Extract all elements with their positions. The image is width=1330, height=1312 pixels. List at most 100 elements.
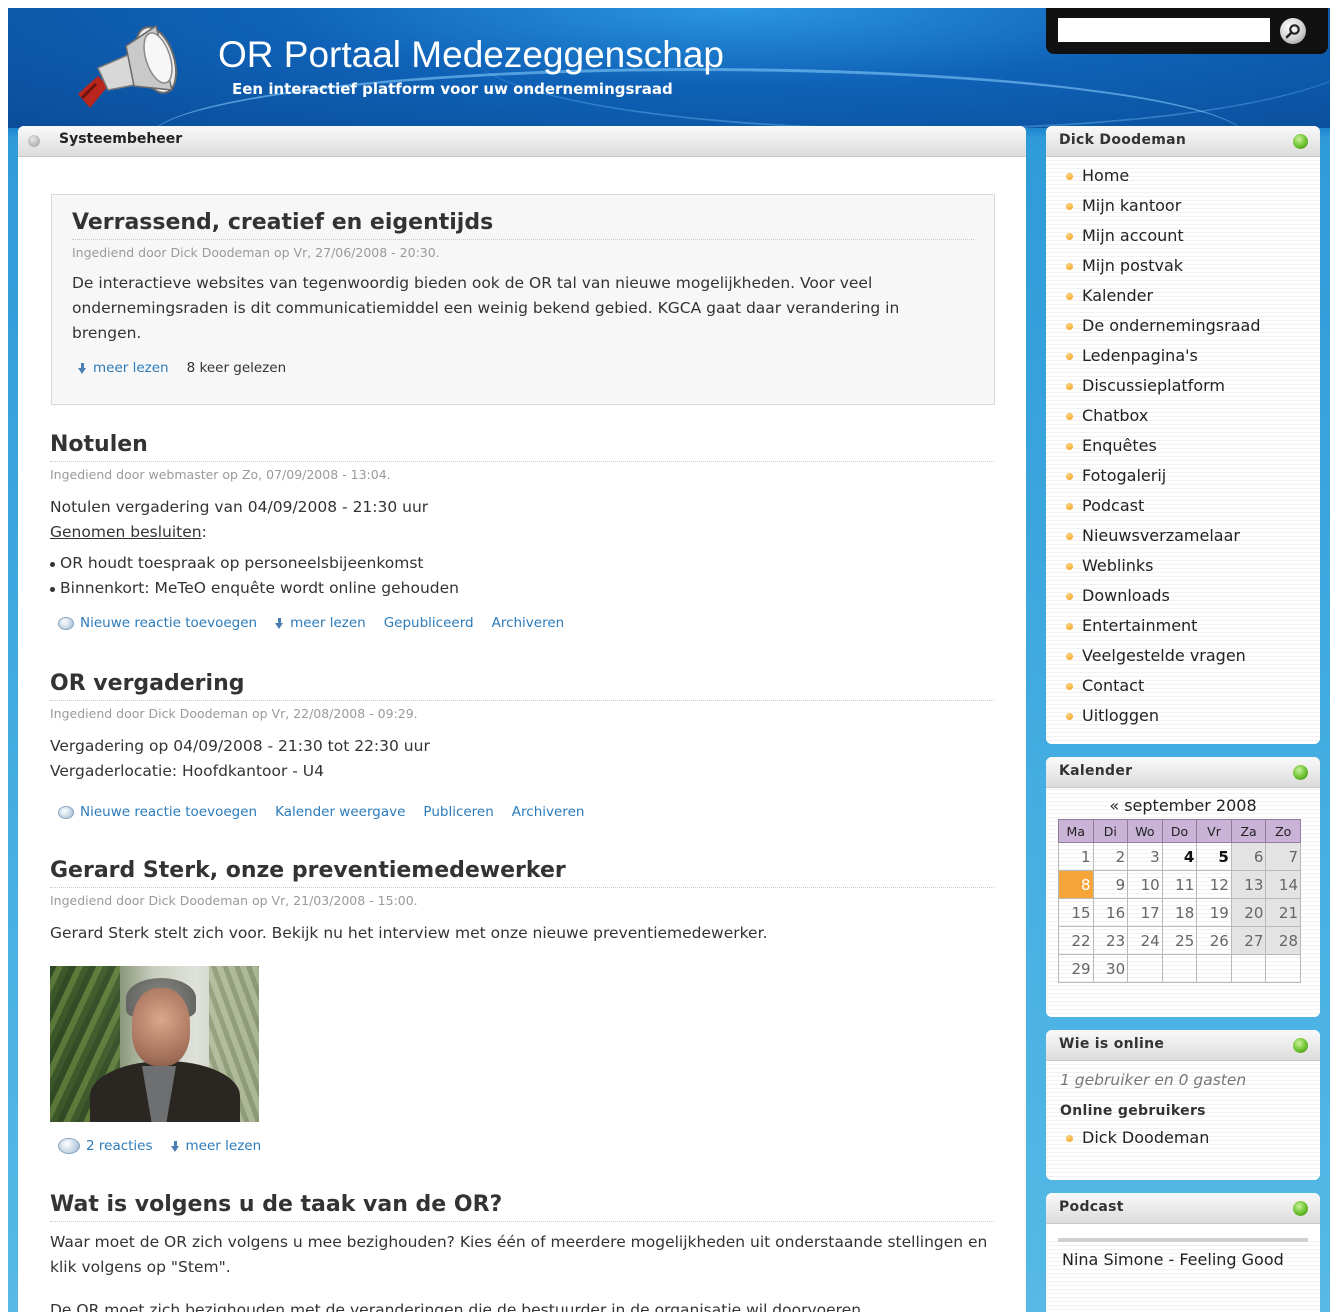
calendar-caption[interactable]: « september 2008 [1046, 788, 1320, 815]
calendar-day[interactable]: 1 [1058, 842, 1094, 871]
add-comment-link[interactable]: Nieuwe reactie toevoegen [58, 804, 257, 820]
search-button[interactable] [1280, 18, 1306, 44]
block-title: Dick Doodeman [1059, 132, 1187, 148]
nav-item-downloads[interactable]: Downloads [1046, 581, 1320, 611]
nav-item-home[interactable]: Home [1046, 161, 1320, 191]
comment-bubble-icon [58, 805, 74, 819]
arrow-down-icon [78, 362, 87, 374]
nav-item-ledenpaginas[interactable]: Ledenpagina's [1046, 341, 1320, 371]
calendar-day[interactable]: 13 [1230, 870, 1267, 899]
calendar-day[interactable]: 11 [1161, 870, 1198, 899]
block-title: Wie is online [1059, 1036, 1165, 1052]
calendar-day[interactable]: 4 [1161, 842, 1198, 871]
calendar-day[interactable]: 20 [1230, 898, 1267, 927]
calendar-day[interactable]: 16 [1092, 898, 1129, 927]
published-link[interactable]: Gepubliceerd [384, 615, 474, 631]
site-header: OR Portaal Medezeggenschap Een interacti… [8, 8, 1330, 128]
node-title[interactable]: OR vergadering [50, 670, 994, 701]
calendar-day[interactable]: 27 [1230, 926, 1267, 955]
search-input[interactable] [1058, 18, 1270, 42]
add-comment-link[interactable]: Nieuwe reactie toevoegen [58, 615, 257, 631]
nav-item-enquetes[interactable]: Enquêtes [1046, 431, 1320, 461]
calendar-day[interactable]: 5 [1196, 842, 1232, 871]
megaphone-logo-icon[interactable] [68, 24, 186, 116]
block-title: Podcast [1059, 1199, 1124, 1215]
nav-item-mijn-postvak[interactable]: Mijn postvak [1046, 251, 1320, 281]
archive-link[interactable]: Archiveren [492, 615, 565, 631]
calendar-day[interactable]: 15 [1058, 898, 1094, 927]
decisions-label: Genomen besluiten [50, 523, 202, 541]
calendar-day[interactable]: 30 [1092, 954, 1129, 983]
archive-link[interactable]: Archiveren [512, 804, 585, 820]
calendar-day[interactable]: 23 [1092, 926, 1129, 955]
decisions-line: Genomen besluiten: [50, 520, 994, 545]
read-more-link[interactable]: meer lezen [275, 615, 366, 631]
calendar-day[interactable]: 28 [1265, 926, 1301, 955]
site-title[interactable]: OR Portaal Medezeggenschap [218, 34, 724, 76]
add-comment-label: Nieuwe reactie toevoegen [80, 804, 258, 820]
node-meta: Ingediend door Dick Doodeman op Vr, 21/0… [50, 893, 418, 908]
nav-item-fotogalerij[interactable]: Fotogalerij [1046, 461, 1320, 491]
calendar-day[interactable]: 2 [1092, 842, 1129, 871]
nav-item-mijn-kantoor[interactable]: Mijn kantoor [1046, 191, 1320, 221]
read-count: 8 keer gelezen [186, 360, 287, 376]
nav-item-contact[interactable]: Contact [1046, 671, 1320, 701]
node-title[interactable]: Notulen [50, 431, 994, 462]
calendar-day[interactable]: 12 [1196, 870, 1232, 899]
nav-item-ondernemingsraad[interactable]: De ondernemingsraad [1046, 311, 1320, 341]
calendar-day[interactable]: 19 [1196, 898, 1232, 927]
green-dot-icon [1293, 1038, 1308, 1053]
node-notulen: Notulen Ingediend door webmaster op Zo, … [50, 431, 994, 631]
calendar-day[interactable]: 24 [1127, 926, 1163, 955]
node-title[interactable]: Gerard Sterk, onze preventiemedewerker [50, 857, 994, 888]
nav-item-nieuwsverzamelaar[interactable]: Nieuwsverzamelaar [1046, 521, 1320, 551]
read-more-link[interactable]: meer lezen [78, 360, 169, 376]
nav-item-chatbox[interactable]: Chatbox [1046, 401, 1320, 431]
block-header: Podcast [1046, 1193, 1320, 1224]
calendar-day[interactable]: 21 [1265, 898, 1301, 927]
calendar-day[interactable]: 7 [1265, 842, 1301, 871]
read-more-label: meer lezen [93, 360, 169, 376]
calendar-week: 29 30 [1058, 954, 1301, 983]
calendar-day[interactable]: 8 [1058, 870, 1094, 899]
nav-item-kalender[interactable]: Kalender [1046, 281, 1320, 311]
calendar-day[interactable]: 26 [1196, 926, 1232, 955]
arrow-down-icon [170, 1140, 180, 1152]
block-header: Dick Doodeman [1046, 126, 1320, 157]
nav-item-faq[interactable]: Veelgestelde vragen [1046, 641, 1320, 671]
calendar-view-link[interactable]: Kalender weergave [275, 804, 405, 820]
podcast-track[interactable]: Nina Simone - Feeling Good [1058, 1238, 1308, 1275]
node-body: Vergadering op 04/09/2008 - 21:30 tot 22… [50, 734, 994, 784]
calendar-day[interactable]: 10 [1127, 870, 1163, 899]
calendar-day[interactable]: 9 [1092, 870, 1129, 899]
calendar-block: Kalender « september 2008 Ma Di Wo Do Vr Za Zo… [1046, 757, 1320, 1017]
calendar-day[interactable]: 14 [1265, 870, 1301, 899]
search-box [1046, 8, 1328, 54]
comments-link[interactable]: 2 reacties [58, 1138, 153, 1154]
publish-link[interactable]: Publiceren [423, 804, 493, 820]
nav-item-mijn-account[interactable]: Mijn account [1046, 221, 1320, 251]
nav-item-uitloggen[interactable]: Uitloggen [1046, 701, 1320, 731]
calendar-day[interactable]: 17 [1127, 898, 1163, 927]
node-title[interactable]: Verrassend, creatief en eigentijds [72, 209, 974, 240]
calendar-day[interactable]: 22 [1058, 926, 1094, 955]
block-body: « september 2008 Ma Di Wo Do Vr Za Zo 12345678… [1046, 788, 1320, 1017]
calendar-day[interactable]: 29 [1058, 954, 1094, 983]
calendar-day[interactable]: 25 [1161, 926, 1198, 955]
block-title: Kalender [1059, 763, 1133, 779]
nav-item-entertainment[interactable]: Entertainment [1046, 611, 1320, 641]
calendar-week: 8 9 10 11 12 13 14 [1058, 870, 1301, 899]
calendar-day[interactable]: 3 [1127, 842, 1163, 871]
calendar-empty-cell [1265, 954, 1301, 983]
calendar-day[interactable]: 18 [1161, 898, 1198, 927]
search-icon [1285, 24, 1300, 39]
node-title[interactable]: Wat is volgens u de taak van de OR? [50, 1191, 994, 1222]
calendar-day[interactable]: 6 [1230, 842, 1267, 871]
nav-item-weblinks[interactable]: Weblinks [1046, 551, 1320, 581]
calendar-weekday: Za [1230, 819, 1267, 843]
nav-item-discussieplatform[interactable]: Discussieplatform [1046, 371, 1320, 401]
online-user[interactable]: Dick Doodeman [1046, 1123, 1320, 1153]
read-more-link[interactable]: meer lezen [170, 1138, 261, 1154]
nav-item-podcast[interactable]: Podcast [1046, 491, 1320, 521]
interview-photo[interactable] [50, 966, 259, 1122]
